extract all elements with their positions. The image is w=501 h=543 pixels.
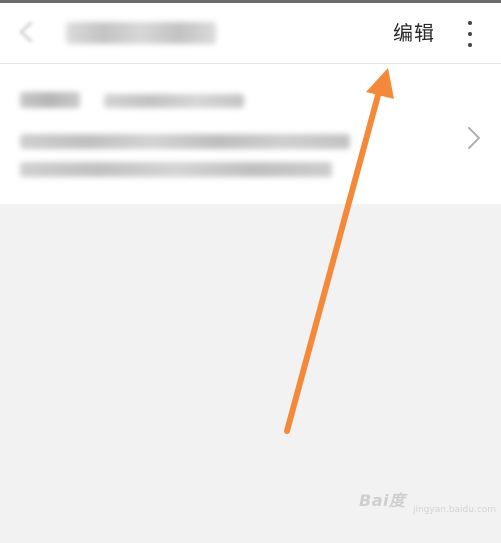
recipient-name (20, 92, 80, 108)
more-vertical-icon[interactable] (465, 19, 475, 51)
address-line-2 (20, 162, 332, 177)
page-title (66, 22, 216, 44)
back-arrow-icon[interactable] (12, 17, 42, 47)
recipient-phone (104, 94, 244, 108)
edit-button[interactable]: 编辑 (393, 19, 435, 47)
address-management-screen: 编辑 Bai度 jingyan.baidu.com (0, 0, 501, 543)
watermark: Bai度 jingyan.baidu.com (359, 481, 496, 527)
watermark-brand: Bai度 (359, 491, 406, 510)
chevron-right-icon[interactable] (467, 126, 481, 150)
watermark-subtitle: jingyan.baidu.com (413, 505, 497, 515)
address-list-item[interactable] (0, 64, 501, 204)
app-header: 编辑 (0, 3, 501, 63)
address-line-1 (20, 134, 350, 149)
